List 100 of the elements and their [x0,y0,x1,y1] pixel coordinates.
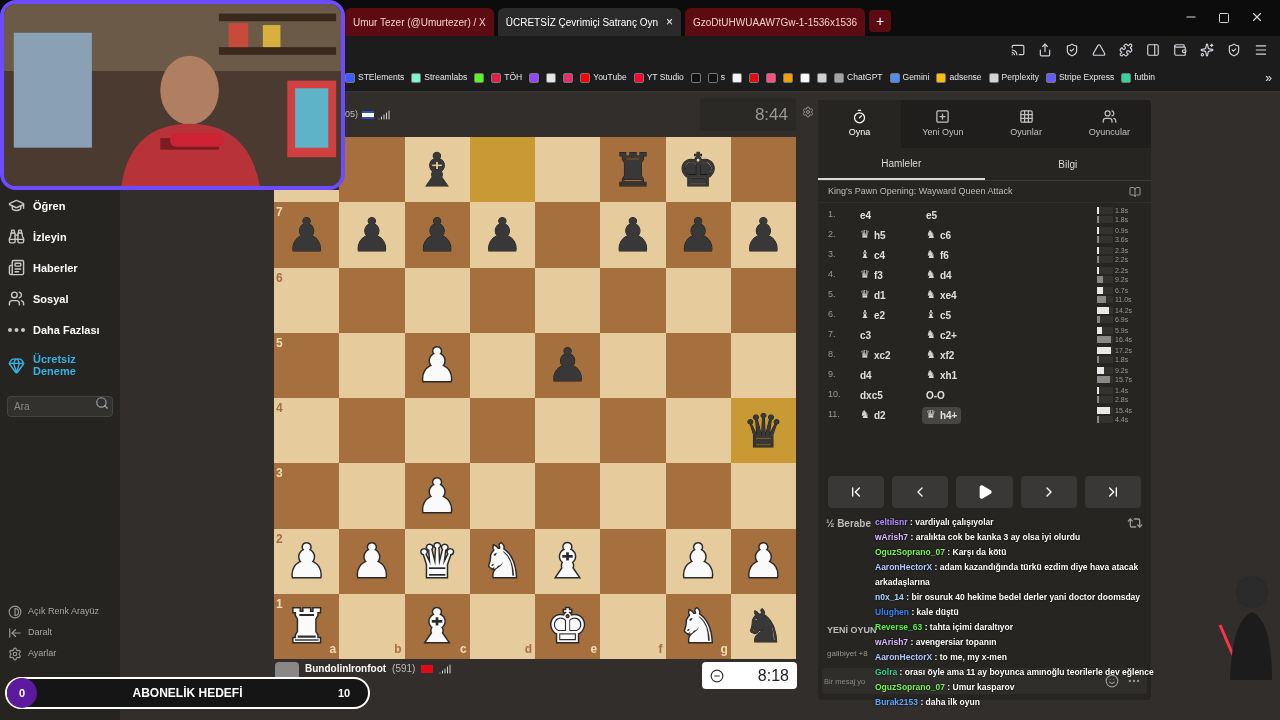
chess-piece[interactable]: ♚ [547,601,589,652]
bookmark-link[interactable]: s [720,71,726,84]
board-square[interactable] [730,267,796,333]
sidebar-icon[interactable] [1146,43,1160,57]
move[interactable]: O-O [922,386,949,404]
bookmark-icon[interactable] [988,72,999,83]
new-tab-button[interactable]: + [869,10,892,32]
chess-piece[interactable]: ♟ [612,209,654,260]
chess-piece[interactable]: ♛ [742,405,784,456]
move-nav-button[interactable] [956,476,1013,508]
board-square[interactable] [535,398,601,464]
chess-piece[interactable]: ♟ [742,536,784,587]
board-square[interactable]: ♛ [730,398,796,464]
bookmark-icon[interactable] [1121,72,1132,83]
bookmark-link[interactable]: ChatGPT [847,71,883,84]
chess-piece[interactable]: ♟ [351,209,393,260]
bookmark-link[interactable]: futbin [1134,71,1155,84]
board-square[interactable] [730,137,796,203]
chess-piece[interactable]: ♟ [416,470,458,521]
move[interactable]: ♞ xf2 [922,346,959,364]
board-square[interactable]: ♟ [730,528,796,594]
chess-piece[interactable]: ♟ [351,536,393,587]
bookmark-icon[interactable] [474,72,485,83]
move[interactable]: ♞ xh1 [922,366,962,384]
menu-icon[interactable] [1254,43,1268,57]
board-square[interactable]: ♟ [404,463,470,529]
close-icon[interactable] [1250,10,1264,24]
sidebar-footer-item[interactable]: Daralt [0,622,120,643]
move[interactable]: ♞ d4 [922,266,956,284]
chess-piece[interactable]: ♞ [742,601,784,652]
board-square[interactable]: ♟ [600,202,666,268]
bookmark-icon[interactable] [817,72,828,83]
bookmark-link[interactable]: Perplexity [1001,71,1039,84]
panel-tab[interactable]: Oyunlar [984,100,1068,148]
book-icon[interactable] [1129,185,1141,198]
board-square[interactable] [404,398,470,464]
bookmark-icon[interactable] [732,72,743,83]
board-square[interactable]: ♟ [339,202,405,268]
board-square[interactable] [535,137,601,203]
shield-icon[interactable] [1227,43,1241,57]
move[interactable]: ♝ c4 [856,246,889,264]
sidebar-footer-item[interactable]: Açık Renk Arayüz [0,601,120,622]
browser-tab[interactable]: GzoDtUHWUAAW7Gw-1-1536x1536 [685,8,866,36]
chess-piece[interactable]: ♚ [677,144,719,195]
browser-tab[interactable]: ÜCRETSİZ Çevrimiçi Satranç Oyn × [497,8,682,36]
puzzle-icon[interactable] [1119,43,1133,57]
move[interactable]: ♞ f6 [922,246,953,264]
move[interactable]: e4 [856,206,876,224]
move[interactable]: d4 [856,366,876,384]
bookmark-icon[interactable] [546,72,557,83]
panel-tab[interactable]: Oyuncular [1067,100,1151,148]
board-square[interactable] [665,332,731,398]
board-square[interactable]: ♝ [404,137,470,203]
board-square[interactable]: ♟ [404,332,470,398]
search-icon[interactable] [95,396,109,410]
board-square[interactable] [665,267,731,333]
bookmark-icon[interactable] [800,72,811,83]
board-square[interactable]: ♞ [469,528,535,594]
board-square[interactable] [730,332,796,398]
sidebar-item[interactable]: Sosyal [0,283,120,314]
sparkle-icon[interactable] [1200,43,1214,57]
bookmark-link[interactable]: STElements [358,71,405,84]
board-square[interactable] [469,332,535,398]
maximize-icon[interactable] [1218,12,1230,24]
move[interactable]: ♛ h4+ [922,406,962,424]
move[interactable]: e5 [922,206,942,224]
chess-piece[interactable]: ♝ [416,601,458,652]
bookmark-icon[interactable] [936,72,947,83]
move[interactable]: ♛ xc2 [856,346,895,364]
chess-piece[interactable]: ♟ [481,209,523,260]
settings-icon[interactable] [801,106,814,118]
draw-button[interactable]: ½ Berabe [826,515,872,531]
chess-piece[interactable]: ♞ [481,536,523,587]
flip-board-icon[interactable] [1127,515,1143,531]
wallet-icon[interactable] [1173,43,1187,57]
sidebar-item[interactable]: Öğren [0,190,120,221]
bookmark-icon[interactable] [411,72,422,83]
panel-tab[interactable]: Yeni Oyun [901,100,985,148]
move[interactable]: ♝ e2 [856,306,889,324]
close-tab-button[interactable]: × [666,13,674,31]
bookmark-link[interactable]: adsense [949,71,982,84]
move[interactable]: ♞ d2 [856,406,890,424]
search-field[interactable]: Ara [7,396,113,417]
board-square[interactable] [469,267,535,333]
board-square[interactable]: ♟ [339,528,405,594]
bookmark-icon[interactable] [834,72,845,83]
browser-tab[interactable]: Umur Tezer (@Umurtezer) / X [345,8,494,36]
move[interactable]: ♞ c6 [922,226,955,244]
bookmark-link[interactable]: TÖH [504,71,523,84]
move[interactable]: ♛ d1 [856,286,890,304]
subtab[interactable]: Bilgi [984,148,1151,180]
move[interactable]: dxc5 [856,386,887,404]
move[interactable]: ♞ c2+ [922,326,961,344]
panel-tab[interactable]: Oyna [818,100,902,148]
board-square[interactable] [404,267,470,333]
bookmark-link[interactable]: Gemini [902,71,930,84]
sidebar-item[interactable]: Ücretsiz Deneme [0,345,120,385]
chess-piece[interactable]: ♞ [677,601,719,652]
bookmark-link[interactable]: Streamlabs [424,71,468,84]
board-square[interactable]: ♚ [665,137,731,203]
